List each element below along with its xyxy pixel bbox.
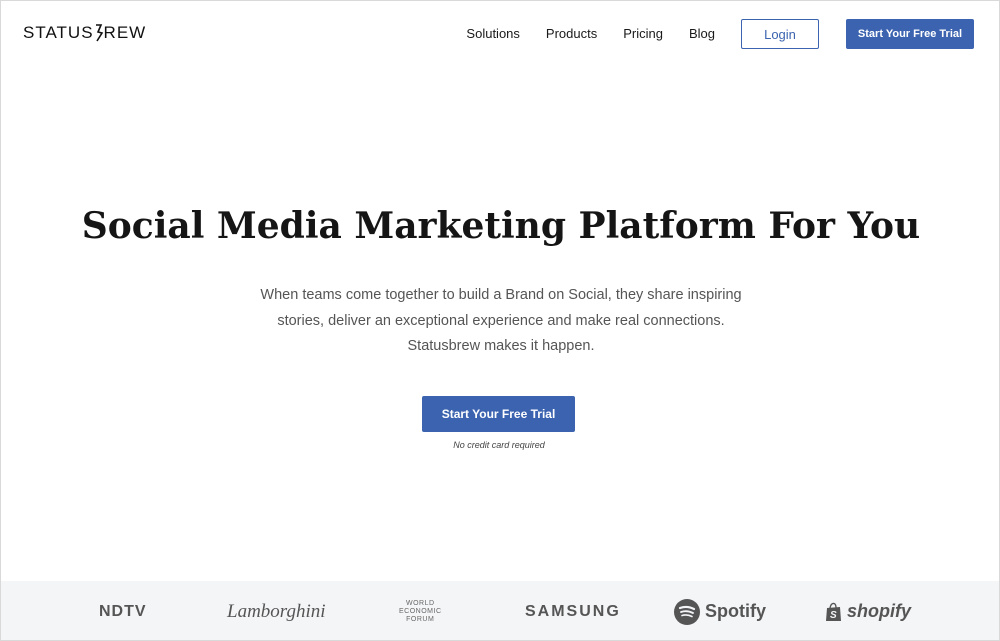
header: STATUS REW Solutions Products Pricing Bl…	[1, 1, 999, 67]
main-nav: Solutions Products Pricing Blog Login St…	[466, 19, 974, 49]
no-credit-card-note: No credit card required	[453, 440, 545, 450]
wef-line: ECONOMIC	[399, 607, 442, 615]
header-free-trial-button[interactable]: Start Your Free Trial	[846, 19, 974, 49]
shopify-bag-icon: S	[826, 602, 841, 621]
world-economic-forum-logo: WORLD ECONOMIC FORUM	[399, 581, 442, 640]
wef-line: FORUM	[406, 615, 435, 623]
page: STATUS REW Solutions Products Pricing Bl…	[0, 0, 1000, 641]
nav-solutions[interactable]: Solutions	[466, 19, 519, 49]
hero-free-trial-button[interactable]: Start Your Free Trial	[422, 396, 575, 432]
spotify-logo: Spotify	[674, 581, 766, 640]
nav-pricing[interactable]: Pricing	[623, 19, 663, 49]
hero-text-line: stories, deliver an exceptional experien…	[277, 312, 725, 329]
customer-logos-strip: NDTV Lamborghini WORLD ECONOMIC FORUM SA…	[1, 581, 999, 640]
logo-text-left: STATUS	[23, 23, 94, 42]
nav-products[interactable]: Products	[546, 19, 597, 49]
hero-title: Social Media Marketing Platform For You	[81, 205, 921, 247]
svg-text:S: S	[830, 610, 837, 621]
ndtv-logo: NDTV	[99, 602, 147, 620]
logo-bracket-icon	[95, 24, 103, 42]
shopify-wordmark: shopify	[847, 601, 912, 621]
samsung-logo: SAMSUNG	[525, 602, 621, 620]
lamborghini-logo: Lamborghini	[227, 600, 326, 622]
logo-text-right: REW	[103, 23, 147, 42]
hero-text-line: When teams come together to build a Bran…	[260, 287, 742, 303]
spotify-icon	[674, 598, 700, 625]
statusbrew-logo[interactable]: STATUS REW	[23, 23, 146, 43]
login-button[interactable]: Login	[741, 19, 819, 49]
wef-line: WORLD	[405, 599, 435, 607]
shopify-logo: S shopify	[825, 581, 912, 640]
nav-blog[interactable]: Blog	[689, 19, 715, 49]
hero-description: When teams come together to build a Bran…	[1, 283, 999, 360]
spotify-wordmark: Spotify	[705, 601, 766, 621]
hero-text-line: Statusbrew makes it happen.	[407, 338, 595, 354]
